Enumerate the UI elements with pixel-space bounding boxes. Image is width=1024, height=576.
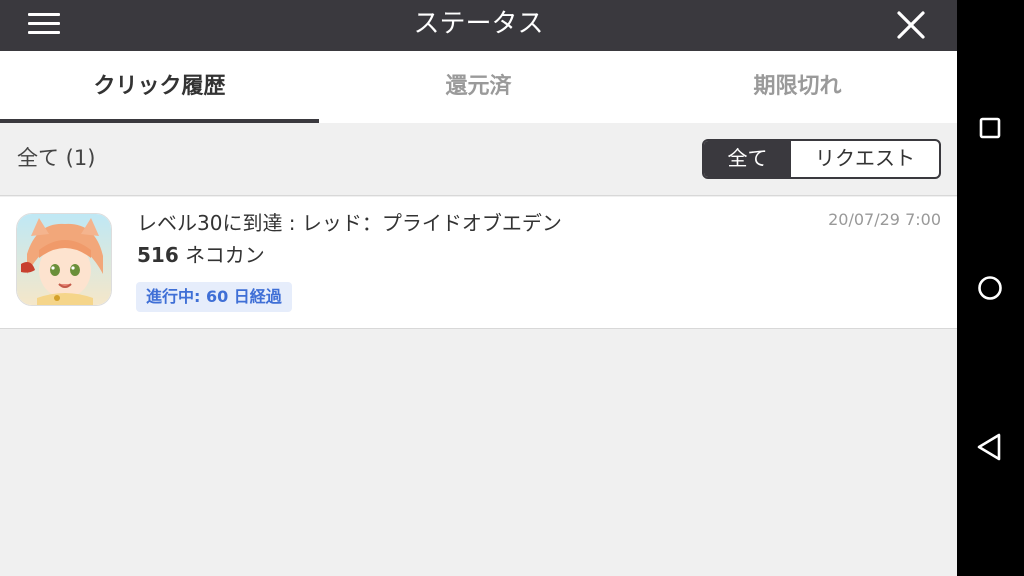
- page-title: ステータス: [413, 9, 544, 39]
- status-screen: ステータス クリック履歴 還元済 期限切れ 全て (1) 全て リクエスト レベ…: [0, 0, 957, 576]
- filter-segmented-control: 全て リクエスト: [702, 139, 941, 179]
- filter-request-button[interactable]: リクエスト: [791, 141, 939, 177]
- item-date: 20/07/29 7:00: [828, 210, 941, 229]
- top-bar: ステータス: [0, 0, 957, 51]
- back-icon[interactable]: [965, 422, 1015, 472]
- tab-expired[interactable]: 期限切れ: [638, 51, 957, 123]
- app-icon: [16, 213, 112, 306]
- list-item[interactable]: レベル30に到達 : レッド：プライドオブエデン 20/07/29 7:00 5…: [0, 197, 957, 329]
- recent-apps-icon[interactable]: [965, 103, 1015, 153]
- item-reward: 516 ネコカン: [137, 239, 265, 268]
- android-nav-bar: [957, 0, 1024, 576]
- tab-redeemed[interactable]: 還元済: [319, 51, 638, 123]
- tab-click-history[interactable]: クリック履歴: [0, 51, 319, 123]
- item-title: レベル30に到達 : レッド：プライドオブエデン: [137, 211, 562, 235]
- reward-unit: ネコカン: [178, 243, 265, 267]
- home-icon[interactable]: [965, 263, 1015, 313]
- close-icon[interactable]: [888, 5, 934, 45]
- status-badge: 進行中: 60 日経過: [136, 282, 292, 312]
- filter-all-button[interactable]: 全て: [704, 141, 791, 177]
- filter-row: 全て (1) 全て リクエスト: [0, 123, 957, 196]
- tab-bar: クリック履歴 還元済 期限切れ: [0, 51, 957, 123]
- item-count-label: 全て (1): [17, 146, 96, 170]
- reward-amount: 516: [137, 243, 179, 267]
- hamburger-menu-icon[interactable]: [20, 8, 70, 42]
